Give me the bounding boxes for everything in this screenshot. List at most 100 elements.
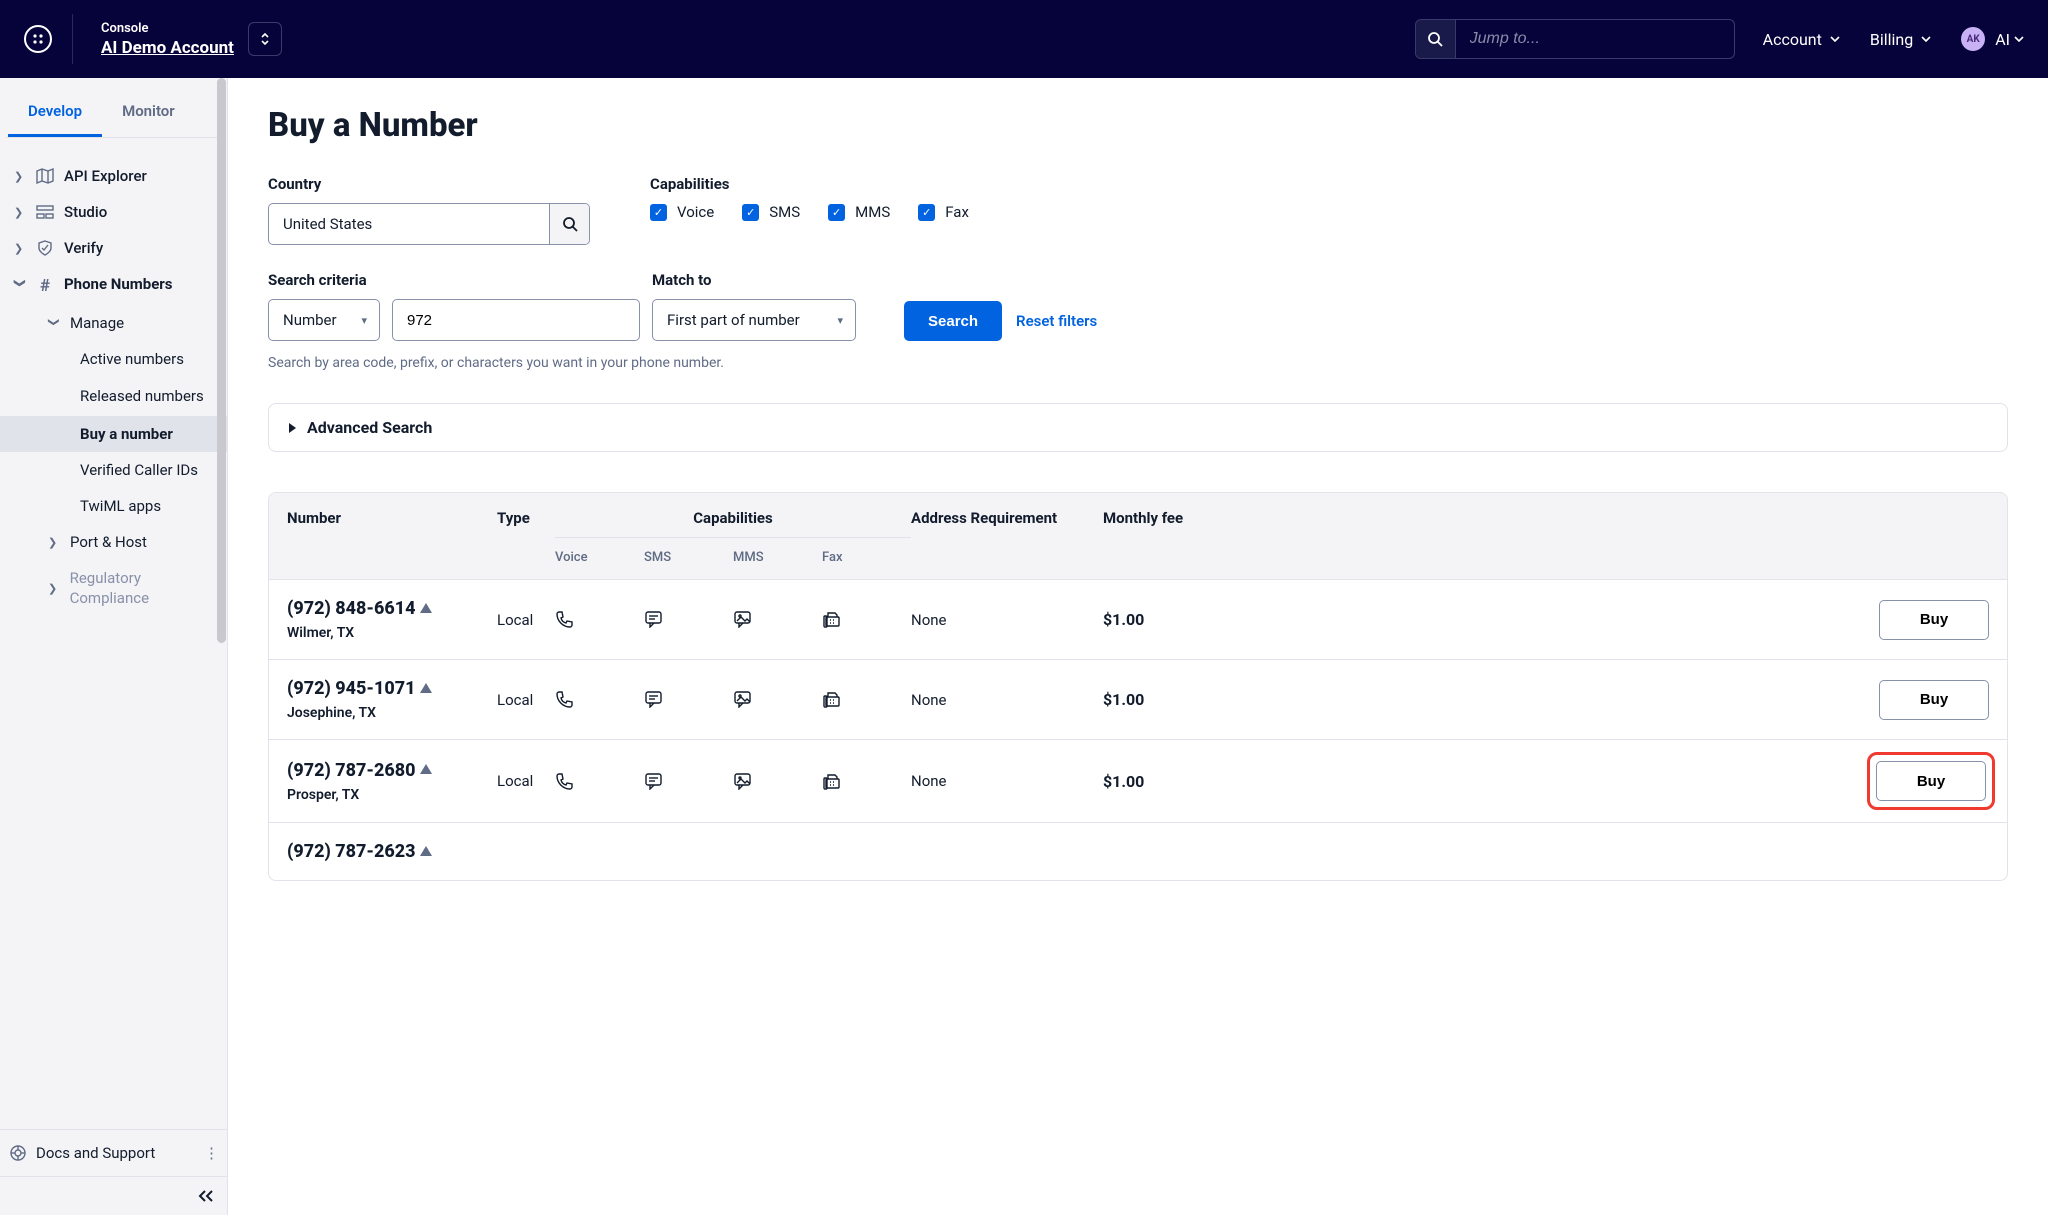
col-fee: Monthly fee <box>1103 509 1223 527</box>
table-row: (972) 945-1071Josephine, TXLocalNone$1.0… <box>269 660 2007 740</box>
number-cell: (972) 945-1071 Josephine, TX <box>287 678 497 721</box>
sms-icon <box>644 690 733 709</box>
sidebar-item-label: Manage <box>70 314 124 332</box>
billing-label: Billing <box>1870 30 1913 49</box>
chevron-down-icon <box>1830 36 1840 42</box>
criteria-label: Search criteria <box>268 271 640 289</box>
voice-icon <box>555 772 644 791</box>
caps-cell <box>555 610 911 629</box>
logo-icon[interactable] <box>24 25 52 53</box>
account-switcher-button[interactable] <box>248 22 282 56</box>
jump-to-input[interactable] <box>1456 20 1734 58</box>
fee-cell: $1.00 <box>1103 610 1223 629</box>
type-cell: Local <box>497 611 555 629</box>
cap-label: Voice <box>677 203 714 221</box>
cap-voice[interactable]: ✓ Voice <box>650 203 714 221</box>
sidebar-item-api-explorer[interactable]: ❯ API Explorer <box>0 158 227 194</box>
checkbox-icon: ✓ <box>650 204 667 221</box>
country-select[interactable]: United States <box>268 203 590 245</box>
chevron-down-icon: ❯ <box>14 279 27 291</box>
sidebar-docs-support[interactable]: Docs and Support ⋮ <box>0 1129 227 1176</box>
buy-button[interactable]: Buy <box>1879 680 1989 720</box>
docs-label: Docs and Support <box>36 1144 155 1162</box>
chevron-right-icon: ❯ <box>48 582 60 595</box>
cap-sms[interactable]: ✓SMS <box>742 203 800 221</box>
chevron-down-icon: ▾ <box>837 314 843 327</box>
fax-icon <box>822 690 911 709</box>
sidebar-item-studio[interactable]: ❯ Studio <box>0 194 227 230</box>
criteria-input[interactable] <box>392 299 640 341</box>
sidebar-item-buy-a-number[interactable]: Buy a number <box>0 416 227 452</box>
sidebar-collapse-button[interactable] <box>0 1176 227 1215</box>
account-block: Console AI Demo Account <box>101 21 234 58</box>
voice-icon <box>555 610 644 629</box>
chevron-right-icon: ❯ <box>14 242 26 255</box>
cap-label: Fax <box>945 203 969 221</box>
buy-button[interactable]: Buy <box>1876 761 1986 801</box>
search-button[interactable]: Search <box>904 301 1002 341</box>
number-cell: (972) 787-2623 <box>287 841 497 862</box>
sidebar-item-manage[interactable]: ❯ Manage <box>0 305 227 341</box>
tab-monitor[interactable]: Monitor <box>102 88 195 137</box>
search-icon[interactable] <box>1416 20 1456 58</box>
table-subheader: Voice SMS MMS Fax <box>269 527 2007 580</box>
criteria-group: Search criteria Number ▾ <box>268 271 640 341</box>
reset-filters-link[interactable]: Reset filters <box>1016 312 1097 330</box>
subcol-sms: SMS <box>644 550 733 565</box>
buy-cell: Buy <box>1223 758 1989 804</box>
account-name[interactable]: AI Demo Account <box>101 38 234 58</box>
checkbox-icon: ✓ <box>828 204 845 221</box>
advanced-search-toggle[interactable]: Advanced Search <box>268 403 2008 452</box>
cap-fax[interactable]: ✓Fax <box>918 203 969 221</box>
match-select[interactable]: First part of number ▾ <box>652 299 856 341</box>
col-address: Address Requirement <box>911 509 1103 527</box>
tab-develop[interactable]: Develop <box>8 88 102 137</box>
address-cell: None <box>911 611 1103 629</box>
user-menu[interactable]: AK AI <box>1961 27 2024 51</box>
sidebar-item-label: Phone Numbers <box>64 275 173 293</box>
sidebar-item-regulatory[interactable]: ❯ Regulatory Compliance <box>0 560 227 617</box>
address-cell: None <box>911 691 1103 709</box>
sidebar-item-active-numbers[interactable]: Active numbers <box>0 341 227 377</box>
subcol-mms: MMS <box>733 550 822 565</box>
billing-menu[interactable]: Billing <box>1870 30 1931 49</box>
voice-icon <box>555 690 644 709</box>
account-label: Account <box>1763 30 1822 49</box>
caps-cell <box>555 772 911 791</box>
number-value: (972) 945-1071 <box>287 678 497 699</box>
chevron-right-icon: ❯ <box>48 536 60 549</box>
col-type: Type <box>497 509 555 527</box>
more-icon[interactable]: ⋮ <box>204 1144 219 1162</box>
country-group: Country United States <box>268 175 590 245</box>
fee-cell: $1.00 <box>1103 690 1223 709</box>
sidebar-item-port-host[interactable]: ❯ Port & Host <box>0 524 227 560</box>
sidebar-item-twiml-apps[interactable]: TwiML apps <box>0 488 227 524</box>
chevron-down-icon: ▾ <box>361 314 367 327</box>
sidebar-item-verify[interactable]: ❯ Verify <box>0 230 227 266</box>
results-table: Number Type Capabilities Address Require… <box>268 492 2008 881</box>
country-label: Country <box>268 175 590 193</box>
match-label: Match to <box>652 271 856 289</box>
console-label: Console <box>101 21 234 36</box>
sms-icon <box>644 610 733 629</box>
criteria-type-select[interactable]: Number ▾ <box>268 299 380 341</box>
shield-check-icon <box>36 240 54 256</box>
type-cell: Local <box>497 772 555 790</box>
sidebar-item-phone-numbers[interactable]: ❯ # Phone Numbers <box>0 266 227 305</box>
account-menu[interactable]: Account <box>1763 30 1840 49</box>
flow-icon <box>36 205 54 219</box>
avatar: AK <box>1961 27 1985 51</box>
number-location: Wilmer, TX <box>287 625 497 641</box>
buy-button[interactable]: Buy <box>1879 600 1989 640</box>
country-search-icon[interactable] <box>549 204 589 244</box>
divider <box>72 14 73 64</box>
col-capabilities: Capabilities <box>555 509 911 527</box>
scrollbar-thumb[interactable] <box>217 78 226 643</box>
triangle-up-icon <box>420 603 432 613</box>
sidebar-item-released-numbers[interactable]: Released numbers <box>0 377 227 416</box>
number-location: Prosper, TX <box>287 787 497 803</box>
cap-mms[interactable]: ✓MMS <box>828 203 890 221</box>
number-location: Josephine, TX <box>287 705 497 721</box>
sidebar-item-verified-caller-ids[interactable]: Verified Caller IDs <box>0 452 227 488</box>
chevron-right-icon: ❯ <box>14 206 26 219</box>
